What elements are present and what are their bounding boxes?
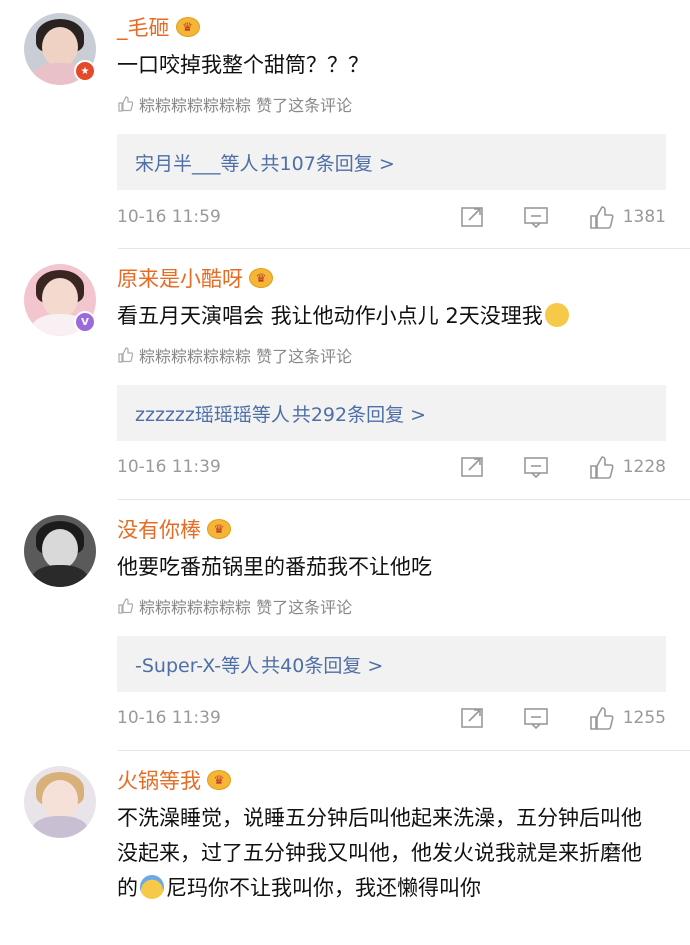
like-button[interactable]: 1255 <box>589 706 666 730</box>
comment-icon[interactable] <box>523 706 549 730</box>
comment-text-part2: 尼玛你不让我叫你，我还懒得叫你 <box>166 876 481 900</box>
like-count: 1255 <box>622 708 666 728</box>
share-icon[interactable] <box>460 706 486 730</box>
divider <box>118 750 690 751</box>
comment-text: 看五月天演唱会 我让他动作小点儿 2天没理我 <box>117 299 660 333</box>
comment-text: 他要吃番茄锅里的番茄我不让他吃 <box>117 555 432 579</box>
comment-item: ★ _毛砸 ♛ 一口咬掉我整个甜筒？？？ 粽粽粽粽粽粽粽 赞了这条评论 宋月半_… <box>0 0 690 250</box>
comment-item: 没有你棒 ♛ 他要吃番茄锅里的番茄我不让他吃 粽粽粽粽粽粽粽 赞了这条评论 -S… <box>0 502 690 752</box>
emoji-icon <box>544 303 569 327</box>
username[interactable]: 原来是小酷呀 ♛ <box>117 263 273 293</box>
reply-users[interactable]: zzzzzz瑶瑶瑶等人 <box>135 400 290 427</box>
avatar[interactable] <box>24 766 96 838</box>
comment-text: 不洗澡睡觉，说睡五分钟后叫他起来洗澡，五分钟后叫他没起来，过了五分钟我又叫他，他… <box>117 801 660 906</box>
liked-by-line: 粽粽粽粽粽粽粽 赞了这条评论 <box>117 93 352 115</box>
username-text[interactable]: 火锅等我 <box>117 765 201 795</box>
reply-users[interactable]: -Super-X-等人 <box>135 651 259 678</box>
divider <box>118 499 690 500</box>
thumb-up-icon <box>117 347 134 363</box>
username[interactable]: 火锅等我 ♛ <box>117 765 231 795</box>
like-count: 1228 <box>622 457 666 477</box>
username[interactable]: _毛砸 ♛ <box>117 12 200 42</box>
liked-by-line: 粽粽粽粽粽粽粽 赞了这条评论 <box>117 595 352 617</box>
comment-text: 一口咬掉我整个甜筒？？？ <box>117 53 369 77</box>
liked-by-line: 粽粽粽粽粽粽粽 赞了这条评论 <box>117 344 352 366</box>
username[interactable]: 没有你棒 ♛ <box>117 514 231 544</box>
comment-footer: 10-16 11:39 1228 <box>117 453 666 483</box>
comment-item: V 原来是小酷呀 ♛ 看五月天演唱会 我让他动作小点儿 2天没理我 粽粽粽粽粽粽… <box>0 251 690 501</box>
comment-icon[interactable] <box>523 455 549 479</box>
comment-footer: 10-16 11:39 1255 <box>117 704 666 734</box>
comment-item: 火锅等我 ♛ 不洗澡睡觉，说睡五分钟后叫他起来洗澡，五分钟后叫他没起来，过了五分… <box>0 753 690 945</box>
crown-badge-icon: ♛ <box>207 770 231 790</box>
reply-users[interactable]: 宋月半___等人 <box>135 149 259 176</box>
reply-summary[interactable]: -Super-X-等人 共40条回复 > <box>117 636 666 692</box>
like-button[interactable]: 1381 <box>589 205 666 229</box>
share-icon[interactable] <box>460 455 486 479</box>
reply-count[interactable]: 共40条回复 > <box>261 651 383 678</box>
timestamp: 10-16 11:39 <box>117 708 221 728</box>
reply-summary[interactable]: zzzzzz瑶瑶瑶等人 共292条回复 > <box>117 385 666 441</box>
timestamp: 10-16 11:39 <box>117 457 221 477</box>
liked-by-text: 粽粽粽粽粽粽粽 赞了这条评论 <box>139 96 353 115</box>
comment-footer: 10-16 11:59 1381 <box>117 203 666 233</box>
reply-count[interactable]: 共292条回复 > <box>292 400 426 427</box>
username-text[interactable]: 原来是小酷呀 <box>117 263 243 293</box>
like-button[interactable]: 1228 <box>589 455 666 479</box>
verified-badge-icon: ★ <box>74 60 96 82</box>
divider <box>118 248 690 249</box>
liked-by-text: 粽粽粽粽粽粽粽 赞了这条评论 <box>139 598 353 617</box>
comment-text-body: 看五月天演唱会 我让他动作小点儿 2天没理我 <box>117 304 543 328</box>
share-icon[interactable] <box>460 205 486 229</box>
crown-badge-icon: ♛ <box>175 17 200 37</box>
liked-by-text: 粽粽粽粽粽粽粽 赞了这条评论 <box>139 347 353 366</box>
verified-badge-icon: V <box>74 311 96 333</box>
thumb-up-icon <box>117 96 134 112</box>
username-text[interactable]: _毛砸 <box>117 12 170 42</box>
timestamp: 10-16 11:59 <box>117 207 221 227</box>
emoji-icon <box>140 875 164 899</box>
thumb-up-icon <box>117 598 134 614</box>
like-count: 1381 <box>622 207 666 227</box>
comment-icon[interactable] <box>523 205 549 229</box>
username-text[interactable]: 没有你棒 <box>117 514 201 544</box>
crown-badge-icon: ♛ <box>207 519 231 539</box>
reply-summary[interactable]: 宋月半___等人 共107条回复 > <box>117 134 666 190</box>
reply-count[interactable]: 共107条回复 > <box>261 149 395 176</box>
crown-badge-icon: ♛ <box>249 268 273 288</box>
avatar[interactable] <box>24 515 96 587</box>
